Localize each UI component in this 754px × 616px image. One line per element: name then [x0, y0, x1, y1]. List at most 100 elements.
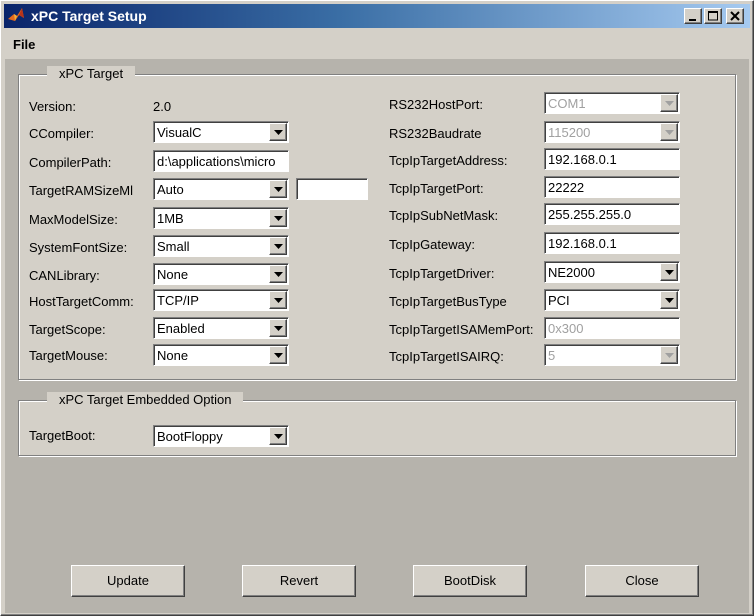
- chevron-down-icon: [665, 130, 674, 135]
- sysfont-label: SystemFontSize:: [29, 240, 128, 255]
- gateway-label: TcpIpGateway:: [389, 237, 475, 252]
- bustype-label: TcpIpTargetBusType: [389, 294, 507, 309]
- main-panel: xPC Target Version: 2.0 CCompiler: Visua…: [5, 59, 749, 613]
- close-button[interactable]: [726, 8, 744, 24]
- bootdisk-button[interactable]: BootDisk: [413, 565, 527, 597]
- hostport-dropdown[interactable]: COM1: [544, 92, 680, 114]
- mouse-value: None: [157, 348, 189, 363]
- chevron-down-icon: [274, 434, 283, 439]
- driver-dropdown[interactable]: NE2000: [544, 261, 680, 283]
- baud-label: RS232Baudrate: [389, 126, 482, 141]
- revert-button[interactable]: Revert: [242, 565, 356, 597]
- dropdown-arrow-button[interactable]: [269, 180, 287, 198]
- compilerpath-label: CompilerPath:: [29, 155, 112, 170]
- mouse-dropdown[interactable]: None: [153, 344, 289, 366]
- maxmodel-label: MaxModelSize:: [29, 212, 118, 227]
- targetram-value: Auto: [157, 182, 184, 197]
- driver-label: TcpIpTargetDriver:: [389, 266, 495, 281]
- isairq-value: 5: [548, 348, 556, 363]
- dropdown-arrow-button[interactable]: [269, 209, 287, 227]
- canlib-value: None: [157, 267, 189, 282]
- update-button[interactable]: Update: [71, 565, 185, 597]
- dropdown-arrow-button[interactable]: [269, 123, 287, 141]
- dropdown-arrow-button[interactable]: [269, 291, 287, 309]
- targetram-label: TargetRAMSizeMl: [29, 183, 134, 198]
- dropdown-arrow-button[interactable]: [660, 346, 678, 364]
- targetboot-label: TargetBoot:: [29, 428, 96, 443]
- ipaddr-input[interactable]: 192.168.0.1: [544, 148, 680, 170]
- chevron-down-icon: [274, 130, 283, 135]
- group-title: xPC Target Embedded Option: [47, 392, 244, 407]
- hostport-value: COM1: [548, 96, 586, 111]
- menu-file[interactable]: File: [13, 37, 35, 52]
- subnet-input[interactable]: 255.255.255.0: [544, 203, 680, 225]
- chevron-down-icon: [274, 353, 283, 358]
- driver-value: NE2000: [548, 265, 595, 280]
- menu-bar: File: [4, 34, 750, 56]
- hostcomm-dropdown[interactable]: TCP/IP: [153, 289, 289, 311]
- baud-value: 115200: [548, 125, 591, 140]
- app-window: xPC Target Setup File xPC Target Version…: [0, 0, 754, 616]
- scope-dropdown[interactable]: Enabled: [153, 317, 289, 339]
- ipport-input[interactable]: 22222: [544, 176, 680, 198]
- bustype-value: PCI: [548, 293, 570, 308]
- close-icon: [730, 11, 740, 21]
- ccompiler-value: VisualC: [157, 125, 202, 140]
- dropdown-arrow-button[interactable]: [660, 123, 678, 141]
- close-dialog-button[interactable]: Close: [585, 565, 699, 597]
- ipaddr-label: TcpIpTargetAddress:: [389, 153, 508, 168]
- minimize-button[interactable]: [684, 8, 702, 24]
- isairq-label: TcpIpTargetISAIRQ:: [389, 349, 504, 364]
- minimize-icon: [689, 19, 696, 21]
- xpc-target-group: xPC Target Version: 2.0 CCompiler: Visua…: [18, 66, 736, 380]
- ccompiler-label: CCompiler:: [29, 126, 95, 141]
- ipport-label: TcpIpTargetPort:: [389, 181, 484, 196]
- version-label: Version:: [29, 99, 76, 114]
- isairq-dropdown[interactable]: 5: [544, 344, 680, 366]
- chevron-down-icon: [274, 298, 283, 303]
- targetboot-dropdown[interactable]: BootFloppy: [153, 425, 289, 447]
- compilerpath-input[interactable]: d:\applications\micro: [153, 150, 289, 172]
- maxmodel-dropdown[interactable]: 1MB: [153, 207, 289, 229]
- title-bar[interactable]: xPC Target Setup: [4, 4, 750, 28]
- baud-dropdown[interactable]: 115200: [544, 121, 680, 143]
- dropdown-arrow-button[interactable]: [660, 291, 678, 309]
- dropdown-arrow-button[interactable]: [269, 237, 287, 255]
- canlib-dropdown[interactable]: None: [153, 263, 289, 285]
- matlab-icon: [8, 8, 24, 21]
- targetram-size-input[interactable]: [296, 178, 368, 200]
- sysfont-dropdown[interactable]: Small: [153, 235, 289, 257]
- sysfont-value: Small: [157, 239, 190, 254]
- chevron-down-icon: [665, 270, 674, 275]
- isamem-input[interactable]: 0x300: [544, 317, 680, 339]
- dropdown-arrow-button[interactable]: [269, 265, 287, 283]
- canlib-label: CANLibrary:: [29, 268, 100, 283]
- ccompiler-dropdown[interactable]: VisualC: [153, 121, 289, 143]
- dropdown-arrow-button[interactable]: [660, 94, 678, 112]
- targetboot-value: BootFloppy: [157, 429, 223, 444]
- targetram-dropdown[interactable]: Auto: [153, 178, 289, 200]
- hostcomm-value: TCP/IP: [157, 293, 199, 308]
- mouse-label: TargetMouse:: [29, 348, 108, 363]
- maximize-button[interactable]: [704, 8, 722, 24]
- dropdown-arrow-button[interactable]: [269, 346, 287, 364]
- chevron-down-icon: [274, 244, 283, 249]
- chevron-down-icon: [274, 216, 283, 221]
- dropdown-arrow-button[interactable]: [660, 263, 678, 281]
- chevron-down-icon: [274, 272, 283, 277]
- window-title: xPC Target Setup: [31, 8, 147, 24]
- dropdown-arrow-button[interactable]: [269, 427, 287, 445]
- scope-value: Enabled: [157, 321, 205, 336]
- isamem-label: TcpIpTargetISAMemPort:: [389, 322, 534, 337]
- gateway-input[interactable]: 192.168.0.1: [544, 232, 680, 254]
- maximize-icon: [708, 11, 718, 21]
- hostport-label: RS232HostPort:: [389, 97, 483, 112]
- maxmodel-value: 1MB: [157, 211, 184, 226]
- group-title: xPC Target: [47, 66, 136, 81]
- chevron-down-icon: [274, 326, 283, 331]
- chevron-down-icon: [274, 187, 283, 192]
- chevron-down-icon: [665, 101, 674, 106]
- dropdown-arrow-button[interactable]: [269, 319, 287, 337]
- bustype-dropdown[interactable]: PCI: [544, 289, 680, 311]
- embedded-option-group: xPC Target Embedded Option TargetBoot: B…: [18, 392, 736, 456]
